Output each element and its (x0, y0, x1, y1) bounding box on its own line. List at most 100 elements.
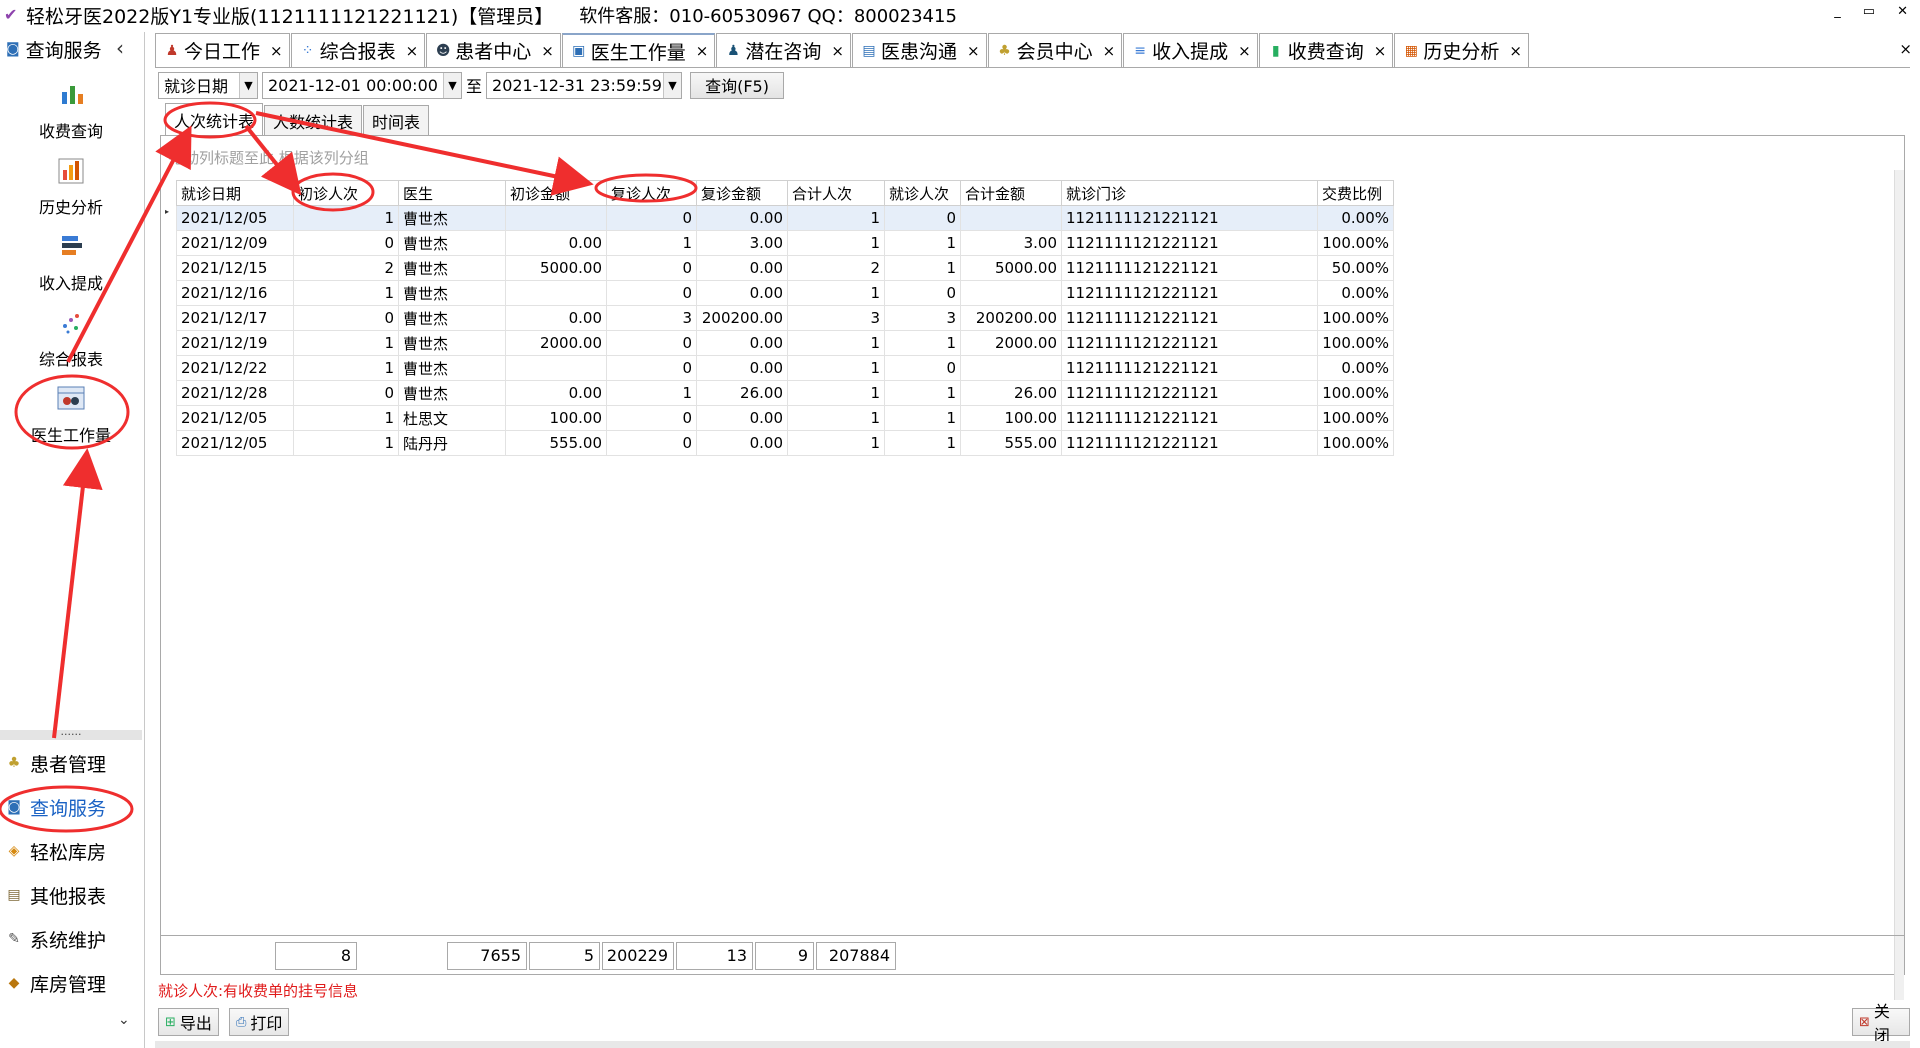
maximize-button[interactable]: ▭ (1863, 4, 1875, 19)
table-cell: 0 (293, 305, 399, 331)
minimize-button[interactable]: _ (1834, 4, 1841, 19)
table-row[interactable]: 2021/12/28 0 曹世杰 0.00 1 26.00 1 1 26.00 112111112… (176, 380, 1394, 406)
close-icon[interactable]: × (270, 42, 283, 60)
vertical-scrollbar[interactable] (1894, 170, 1904, 1000)
query-button[interactable]: 查询(F5) (690, 71, 785, 99)
table-cell: 2021/12/17 (176, 305, 294, 331)
tab-comprehensive-report[interactable]: ⁘ 综合报表 × (290, 33, 426, 67)
table-body: 2021/12/05 1 曹世杰 0 0.00 1 0 1121111121221121 0.0… (176, 205, 1394, 456)
nav-tile-history-analysis[interactable]: 历史分析 (0, 156, 142, 232)
close-icon[interactable]: × (1103, 42, 1116, 60)
close-icon[interactable]: × (1509, 42, 1522, 60)
nav-group-label: 患者管理 (30, 753, 107, 776)
nav-tile-label: 综合报表 (38, 350, 103, 369)
column-header[interactable]: 初诊人次 (293, 180, 399, 206)
nav-tile-label: 历史分析 (38, 198, 103, 217)
tab-potential-consult[interactable]: ♟ 潜在咨询 × (716, 33, 851, 67)
tab-member-center[interactable]: ♣ 会员中心 × (987, 33, 1123, 67)
close-icon[interactable]: × (1374, 42, 1387, 60)
nav-group-easy-warehouse[interactable]: ◈ 轻松库房 (6, 836, 106, 866)
column-header[interactable]: 就诊日期 (176, 180, 294, 206)
column-header[interactable]: 合计人次 (787, 180, 885, 206)
table-row[interactable]: 2021/12/09 0 曹世杰 0.00 1 3.00 1 1 3.00 11211111212… (176, 230, 1394, 256)
column-header[interactable]: 交费比例 (1317, 180, 1394, 206)
close-window-button[interactable]: ✕ (1897, 4, 1908, 19)
nav-group-other-reports[interactable]: ▤ 其他报表 (6, 880, 106, 910)
table-cell: 3.00 (960, 230, 1062, 256)
table-cell: 1 (606, 380, 697, 406)
close-icon[interactable]: × (1238, 42, 1251, 60)
report-icon: ▤ (7, 887, 21, 903)
table-cell: 1 (884, 405, 961, 431)
close-panel-button[interactable]: ⊠ 关闭 (1852, 1002, 1910, 1045)
nav-group-patient-management[interactable]: ♣ 患者管理 (6, 748, 106, 778)
nav-group-label: 系统维护 (30, 929, 107, 952)
table-row[interactable]: 2021/12/19 1 曹世杰 2000.00 0 0.00 1 1 2000.00 11211… (176, 330, 1394, 356)
tab-fee-query[interactable]: ▮ 收费查询 × (1258, 33, 1394, 67)
table-cell: 555.00 (505, 430, 607, 456)
table-row[interactable]: 2021/12/05 1 曹世杰 0 0.00 1 0 1121111121221121 0.0… (176, 205, 1394, 231)
chevron-down-icon[interactable]: ⌄ (118, 1012, 130, 1028)
table-cell: 0 (606, 255, 697, 281)
start-date-picker[interactable]: 2021-12-01 00:00:00 ▼ (262, 71, 462, 99)
table-row[interactable]: 2021/12/16 1 曹世杰 0 0.00 1 0 1121111121221121 0.0… (176, 280, 1394, 306)
column-header[interactable]: 就诊人次 (884, 180, 961, 206)
chevron-down-icon[interactable]: ▼ (663, 72, 682, 98)
table-cell: 200200.00 (696, 305, 788, 331)
export-button[interactable]: ⊞ 导出 (158, 1008, 219, 1036)
chevron-down-icon[interactable]: ▼ (239, 72, 257, 98)
table-cell: 1 (293, 280, 399, 306)
tab-income-commission[interactable]: ≡ 收入提成 × (1123, 33, 1258, 67)
date-type-select[interactable]: 就诊日期 ▼ (158, 71, 258, 99)
table-cell: 1 (606, 230, 697, 256)
column-header[interactable]: 初诊金额 (505, 180, 607, 206)
table-cell: 0 (884, 280, 961, 306)
table-cell: 1 (293, 330, 399, 356)
table-row[interactable]: 2021/12/22 1 曹世杰 0 0.00 1 0 1121111121221121 0.0… (176, 355, 1394, 381)
collapse-panel-button[interactable]: ‹ (116, 36, 124, 60)
nav-splitter[interactable]: ...... (0, 726, 142, 740)
table-cell: 0.00 (505, 380, 607, 406)
tab-visit-count[interactable]: 人次统计表 (165, 103, 264, 135)
doctor-board-icon (56, 384, 86, 414)
print-button[interactable]: ⎙ 打印 (229, 1008, 290, 1036)
nav-tile-fee-query[interactable]: 收费查询 (0, 80, 142, 156)
tab-doctor-workload[interactable]: ▣ 医生工作量 × (561, 33, 716, 67)
column-header[interactable]: 就诊门诊 (1061, 180, 1318, 206)
nav-group-storage-management[interactable]: ◆ 库房管理 (6, 968, 106, 998)
table-row[interactable]: 2021/12/05 1 杜思文 100.00 0 0.00 1 1 100.00 1121111… (176, 405, 1394, 431)
close-icon[interactable]: × (696, 42, 709, 60)
table-cell: 0 (606, 280, 697, 306)
close-icon[interactable]: × (406, 42, 419, 60)
close-icon[interactable]: × (967, 42, 980, 60)
table-row[interactable]: 2021/12/15 2 曹世杰 5000.00 0 0.00 2 1 5000.00 11211… (176, 255, 1394, 281)
nav-tile-income-commission[interactable]: 收入提成 (0, 232, 142, 308)
close-all-tabs-button[interactable]: × (1899, 40, 1912, 58)
table-row[interactable]: 2021/12/17 0 曹世杰 0.00 3 200200.00 3 3 200200.00 1… (176, 305, 1394, 331)
tab-patient-center[interactable]: ☻ 患者中心 × (426, 33, 561, 67)
tab-time-table[interactable]: 时间表 (363, 105, 430, 135)
tab-today-work[interactable]: ♟ 今日工作 × (155, 33, 290, 67)
export-label: 导出 (179, 1014, 212, 1033)
nav-group-system-maintenance[interactable]: ✎ 系统维护 (6, 924, 106, 954)
nav-tile-doctor-workload[interactable]: 医生工作量 (0, 384, 142, 460)
tab-doctor-patient-communication[interactable]: ▤ 医患沟通 × (851, 33, 987, 67)
table-cell: 0.00 (696, 405, 788, 431)
column-header[interactable]: 复诊人次 (606, 180, 697, 206)
tab-person-count[interactable]: 人数统计表 (264, 105, 363, 135)
column-header[interactable]: 合计金额 (960, 180, 1062, 206)
group-by-hint[interactable]: 拖动列标题至此,根据该列分组 (161, 136, 1904, 178)
column-header[interactable]: 复诊金额 (696, 180, 788, 206)
column-header[interactable]: 医生 (398, 180, 506, 206)
tab-history-analysis[interactable]: ▦ 历史分析 × (1394, 33, 1529, 67)
nav-tile-comprehensive-report[interactable]: 综合报表 (0, 308, 142, 384)
horizontal-scrollbar[interactable] (155, 1041, 1910, 1048)
table-cell: 3 (787, 305, 885, 331)
end-date-picker[interactable]: 2021-12-31 23:59:59 ▼ (486, 71, 683, 99)
table-row[interactable]: 2021/12/05 1 陆丹丹 555.00 0 0.00 1 1 555.00 1121111… (176, 430, 1394, 456)
nav-group-query-service[interactable]: ◙ 查询服务 (6, 792, 106, 822)
table-cell: 0 (606, 355, 697, 381)
close-icon[interactable]: × (541, 42, 554, 60)
chevron-down-icon[interactable]: ▼ (443, 72, 461, 98)
close-icon[interactable]: × (831, 42, 844, 60)
